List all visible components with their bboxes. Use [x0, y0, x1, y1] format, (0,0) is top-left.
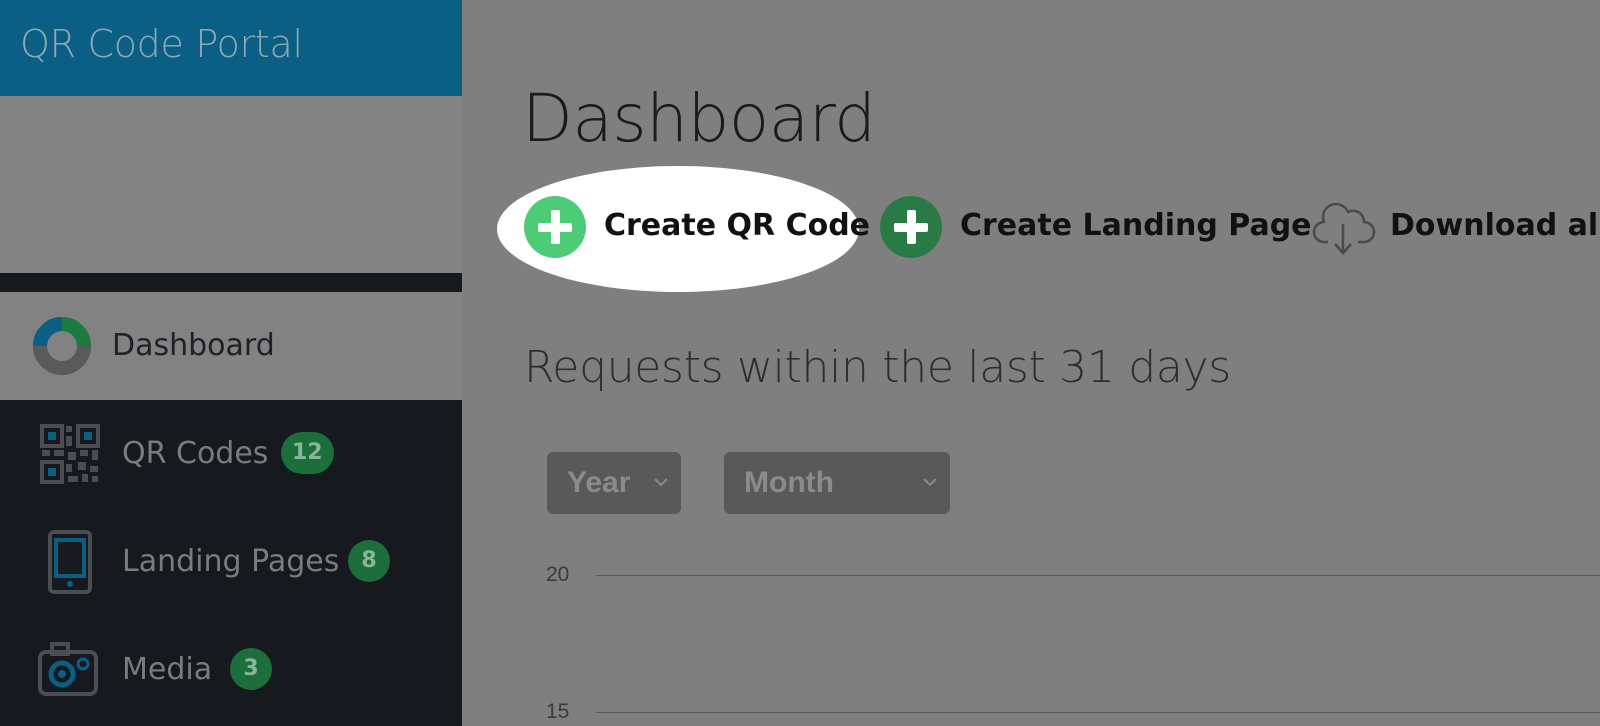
- app-title[interactable]: QR Code Portal: [20, 22, 303, 66]
- grid-line: [596, 575, 1600, 576]
- y-tick-label: 15: [546, 700, 570, 723]
- count-badge: 3: [230, 648, 272, 690]
- donut-chart-icon: [33, 317, 91, 375]
- year-select[interactable]: Year: [547, 452, 681, 514]
- sidebar-item-label: QR Codes: [122, 436, 269, 471]
- chevron-down-icon: [923, 478, 937, 487]
- main-content: Dashboard Create QR Code Create Landing …: [462, 0, 1600, 726]
- page-title: Dashboard: [522, 80, 876, 157]
- action-label: Download all: [1390, 208, 1600, 243]
- select-value: Month: [744, 466, 834, 499]
- chevron-down-icon: [654, 478, 668, 487]
- grid-line: [596, 712, 1600, 713]
- action-label: Create QR Code: [604, 208, 871, 243]
- sidebar: QR Code Portal Dashboard QR Codes 12 Lan…: [0, 0, 462, 726]
- cloud-download-icon: [1312, 202, 1376, 255]
- chart-subtitle: Requests within the last 31 days: [524, 342, 1231, 393]
- create-landing-page-button[interactable]: Create Landing Page: [880, 196, 1312, 260]
- sidebar-item-landing-pages[interactable]: Landing Pages 8: [0, 508, 462, 616]
- sidebar-item-qr-codes[interactable]: QR Codes 12: [0, 400, 462, 508]
- action-label: Create Landing Page: [960, 208, 1312, 243]
- profile-area: [0, 96, 462, 273]
- select-value: Year: [567, 466, 631, 499]
- tablet-icon: [48, 530, 92, 594]
- sidebar-item-dashboard[interactable]: Dashboard: [0, 292, 462, 400]
- count-badge: 8: [348, 540, 390, 582]
- y-tick-label: 20: [546, 563, 570, 586]
- sidebar-item-label: Media: [122, 652, 213, 687]
- plus-circle-icon: [880, 196, 942, 258]
- month-select[interactable]: Month: [724, 452, 950, 514]
- create-qr-code-button[interactable]: Create QR Code: [524, 196, 870, 260]
- sidebar-divider: [0, 273, 462, 292]
- brand-header: QR Code Portal: [0, 0, 462, 96]
- plus-circle-icon: [524, 196, 586, 258]
- qr-code-icon: [40, 424, 100, 484]
- count-badge: 12: [281, 432, 334, 474]
- download-all-button[interactable]: Download all: [1312, 196, 1600, 260]
- camera-icon: [38, 642, 98, 696]
- sidebar-item-media[interactable]: Media 3: [0, 616, 462, 724]
- sidebar-item-label: Dashboard: [112, 328, 275, 363]
- action-bar: Create QR Code Create Landing Page Downl…: [462, 160, 1600, 292]
- sidebar-item-label: Landing Pages: [122, 544, 340, 579]
